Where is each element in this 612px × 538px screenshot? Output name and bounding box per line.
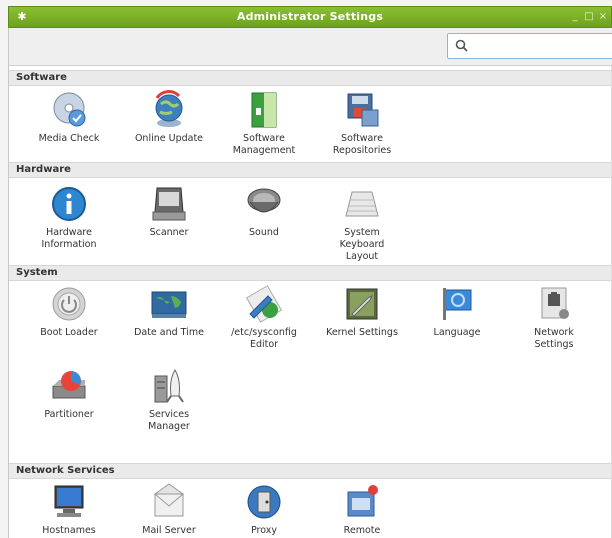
module-label: Software Management <box>232 133 296 156</box>
toolbar <box>8 28 612 66</box>
module-hardware-information[interactable]: Hardware Information <box>24 184 114 251</box>
admin-settings-window: ✱ Administrator Settings _ □ × Software … <box>0 0 612 538</box>
module-label: Network Settings <box>534 327 574 350</box>
network-settings-icon <box>541 287 569 319</box>
module-label: Partitioner <box>44 409 94 420</box>
module-remote[interactable]: Remote <box>317 482 407 537</box>
sound-icon <box>247 188 281 213</box>
module-label: Media Check <box>38 133 100 144</box>
module-software-repositories[interactable]: Software Repositories <box>317 90 407 157</box>
module-boot-loader[interactable]: Boot Loader <box>24 284 114 339</box>
module-hostnames[interactable]: Hostnames <box>24 482 114 537</box>
search-icon <box>455 39 468 52</box>
module-services-manager[interactable]: Services Manager <box>124 366 214 433</box>
proxy-icon <box>247 485 281 519</box>
module-media-check[interactable]: Media Check <box>24 90 114 145</box>
language-icon <box>443 288 472 320</box>
module-label: Remote <box>343 525 381 536</box>
module-network-settings[interactable]: Network Settings <box>509 284 599 351</box>
module-software-management[interactable]: Software Management <box>219 90 309 157</box>
title-bar[interactable]: ✱ Administrator Settings _ □ × <box>8 6 612 28</box>
close-icon[interactable]: × <box>597 10 609 24</box>
module-label: Language <box>433 327 481 338</box>
online-update-icon <box>155 90 183 127</box>
window-title: Administrator Settings <box>236 10 384 23</box>
date-time-icon <box>151 291 187 318</box>
keyboard-icon <box>345 191 379 217</box>
search-box[interactable] <box>447 33 612 59</box>
module-label: Mail Server <box>142 525 196 536</box>
section-header-hardware: Hardware <box>9 162 612 178</box>
module-sound[interactable]: Sound <box>219 184 309 239</box>
module-label: Kernel Settings <box>326 327 398 338</box>
section-header-software: Software <box>9 70 612 86</box>
section-header-network-services: Network Services <box>9 463 612 479</box>
module-label: Proxy <box>250 525 278 536</box>
search-input[interactable] <box>472 37 612 55</box>
modules-panel: Software Media Check Online Update Softw… <box>8 66 612 538</box>
hostnames-icon <box>54 485 84 517</box>
remote-icon <box>347 485 378 517</box>
module-label: System Keyboard Layout <box>339 227 385 262</box>
module-language[interactable]: Language <box>412 284 502 339</box>
module-label: Boot Loader <box>40 327 98 338</box>
partitioner-icon <box>52 371 86 399</box>
module-date-and-time[interactable]: Date and Time <box>124 284 214 339</box>
module-mail-server[interactable]: Mail Server <box>124 482 214 537</box>
section-header-system: System <box>9 265 612 281</box>
minimize-icon[interactable]: _ <box>569 10 581 24</box>
sysconfig-editor-icon <box>245 285 283 323</box>
module-label: /etc/sysconfig Editor <box>231 327 297 350</box>
module-proxy[interactable]: Proxy <box>219 482 309 537</box>
module-label: Sound <box>249 227 279 238</box>
scanner-icon <box>152 187 186 221</box>
software-repositories-icon <box>347 93 379 127</box>
module-label: Hardware Information <box>41 227 97 250</box>
module-online-update[interactable]: Online Update <box>124 90 214 145</box>
module-label: Services Manager <box>148 409 190 432</box>
hardware-information-icon <box>52 187 86 221</box>
boot-loader-icon <box>52 287 86 321</box>
media-check-icon <box>53 92 86 127</box>
module-kernel-settings[interactable]: Kernel Settings <box>317 284 407 339</box>
module-sysconfig-editor[interactable]: /etc/sysconfig Editor <box>219 284 309 351</box>
kernel-settings-icon <box>346 288 378 320</box>
module-label: Online Update <box>134 133 204 144</box>
software-management-icon <box>251 92 277 128</box>
module-label: Scanner <box>149 227 189 238</box>
services-manager-icon <box>154 369 184 403</box>
maximize-icon[interactable]: □ <box>583 10 595 24</box>
module-system-keyboard-layout[interactable]: System Keyboard Layout <box>317 184 407 263</box>
module-scanner[interactable]: Scanner <box>124 184 214 239</box>
module-partitioner[interactable]: Partitioner <box>24 366 114 421</box>
module-label: Software Repositories <box>332 133 392 156</box>
module-label: Hostnames <box>42 525 96 536</box>
module-label: Date and Time <box>134 327 204 338</box>
mail-server-icon <box>153 483 185 517</box>
